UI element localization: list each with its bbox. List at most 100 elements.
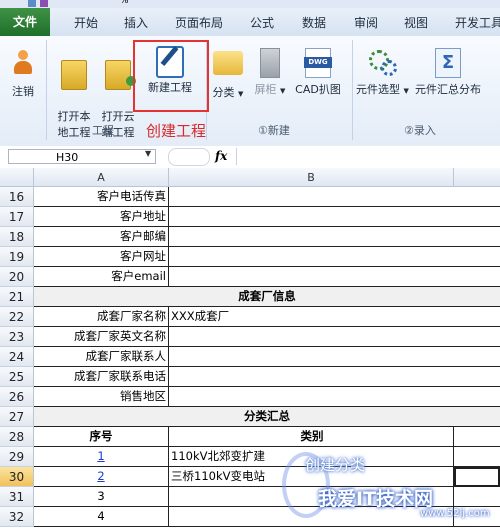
tab-review[interactable]: 审阅 (354, 14, 378, 31)
save-icon[interactable] (40, 0, 48, 7)
row-header[interactable]: 19 (0, 247, 34, 267)
cabinet-icon (255, 48, 285, 78)
tab-developer[interactable]: 开发工具 (455, 14, 500, 31)
tab-formulas[interactable]: 公式 (250, 14, 274, 31)
tab-home[interactable]: 开始 (74, 14, 98, 31)
row-header[interactable]: 31 (0, 487, 34, 507)
row-header[interactable]: 28 (0, 427, 34, 447)
row-header[interactable]: 20 (0, 267, 34, 287)
cad-label: CAD扒图 (295, 83, 341, 96)
category-label: 分类 (212, 86, 235, 99)
value-cell[interactable]: 类别 (169, 427, 454, 447)
empty-cell[interactable] (454, 487, 500, 507)
section-title[interactable]: 成套厂信息 (34, 287, 500, 307)
label-cell[interactable]: 客户地址 (34, 207, 169, 227)
row-header[interactable]: 16 (0, 187, 34, 207)
row-header[interactable]: 18 (0, 227, 34, 247)
open-local-label: 打开本 地工程 (57, 110, 91, 139)
label-cell[interactable]: 序号 (34, 427, 169, 447)
fx-icon[interactable]: fx (215, 149, 227, 163)
logout-button[interactable]: 注销 (6, 50, 40, 99)
table-row: 16 客户电话传真 (0, 187, 500, 207)
value-cell[interactable]: XXX成套厂 (169, 307, 500, 327)
index-cell[interactable]: 1 (34, 447, 169, 467)
formula-bar-expander[interactable] (168, 148, 210, 166)
column-header-a[interactable]: A (34, 168, 169, 187)
name-box[interactable]: H30 (8, 149, 156, 164)
row-header[interactable]: 23 (0, 327, 34, 347)
cell-text: 成套厂家名称 (97, 309, 166, 323)
row-header[interactable]: 21 (0, 287, 34, 307)
group-label-project: 工程 (92, 124, 114, 137)
row-header[interactable]: 25 (0, 367, 34, 387)
label-cell[interactable]: 成套厂家联系人 (34, 347, 169, 367)
divider (46, 40, 47, 140)
ribbon-tab-bar: 文件 开始 插入 页面布局 公式 数据 审阅 视图 开发工具 (0, 8, 500, 37)
divider (352, 40, 353, 140)
value-cell[interactable] (169, 267, 500, 287)
tab-data[interactable]: 数据 (302, 14, 326, 31)
table-row: 26 销售地区 (0, 387, 500, 407)
row-link[interactable]: 1 (97, 449, 104, 463)
label-cell[interactable]: 客户邮编 (34, 227, 169, 247)
selected-cell[interactable] (454, 467, 500, 487)
value-cell[interactable] (169, 207, 500, 227)
row-header[interactable]: 17 (0, 207, 34, 227)
label-cell[interactable]: 成套厂家联系电话 (34, 367, 169, 387)
index-cell[interactable]: 4 (34, 507, 169, 527)
chevron-down-icon[interactable]: ▼ (145, 149, 151, 158)
cell-text: 4 (97, 509, 105, 523)
formula-input[interactable] (236, 148, 500, 165)
row-link[interactable]: 2 (97, 469, 104, 483)
row-header[interactable]: 24 (0, 347, 34, 367)
value-cell[interactable] (169, 247, 500, 267)
table-row: 19 客户网址 (0, 247, 500, 267)
open-local-project-button[interactable]: 打开本 地工程 (52, 44, 96, 157)
cad-trace-button[interactable]: DWG CAD扒图 (290, 48, 346, 97)
value-cell[interactable] (169, 187, 500, 207)
label-cell[interactable]: 成套厂家名称 (34, 307, 169, 327)
tab-page-layout[interactable]: 页面布局 (175, 14, 223, 31)
value-cell[interactable] (169, 347, 500, 367)
row-header[interactable]: 32 (0, 507, 34, 527)
component-summary-button[interactable]: Σ 元件汇总分布 (410, 48, 486, 97)
cabinet-button[interactable]: 屏柜 ▼ (252, 48, 288, 97)
cell-text: 客户email (111, 269, 166, 283)
tab-file[interactable]: 文件 (0, 8, 50, 36)
empty-cell[interactable] (454, 447, 500, 467)
category-button[interactable]: 分类 ▼ (210, 48, 246, 100)
column-header-c[interactable] (454, 168, 500, 187)
label-cell[interactable]: 客户email (34, 267, 169, 287)
cell-text: 客户网址 (120, 249, 166, 263)
empty-cell[interactable] (454, 427, 500, 447)
excel-icon[interactable] (28, 0, 36, 7)
table-row: 18 客户邮编 (0, 227, 500, 247)
label-cell[interactable]: 客户网址 (34, 247, 169, 267)
row-header[interactable]: 30 (0, 467, 34, 487)
value-cell[interactable] (169, 327, 500, 347)
annotation-create-project: 创建工程 (146, 122, 207, 140)
value-cell[interactable] (169, 387, 500, 407)
tab-view[interactable]: 视图 (404, 14, 428, 31)
index-cell[interactable]: 2 (34, 467, 169, 487)
label-cell[interactable]: 成套厂家英文名称 (34, 327, 169, 347)
row-header[interactable]: 22 (0, 307, 34, 327)
value-cell[interactable] (169, 367, 500, 387)
dwg-file-icon: DWG (303, 48, 333, 78)
annotation-create-category: 创建分类 (305, 456, 366, 474)
table-row: 27 分类汇总 (0, 407, 500, 427)
select-all-corner[interactable] (0, 168, 34, 187)
column-header-b[interactable]: B (169, 168, 454, 187)
label-cell[interactable]: 销售地区 (34, 387, 169, 407)
row-header[interactable]: 27 (0, 407, 34, 427)
label-cell[interactable]: 客户电话传真 (34, 187, 169, 207)
table-row: 29 1 110kV北郊变扩建 (0, 447, 500, 467)
value-cell[interactable] (169, 227, 500, 247)
logout-label: 注销 (12, 85, 34, 98)
component-select-button[interactable]: 元件选型 ▼ (356, 48, 409, 97)
tab-insert[interactable]: 插入 (124, 14, 148, 31)
section-title[interactable]: 分类汇总 (34, 407, 500, 427)
row-header[interactable]: 26 (0, 387, 34, 407)
index-cell[interactable]: 3 (34, 487, 169, 507)
row-header[interactable]: 29 (0, 447, 34, 467)
